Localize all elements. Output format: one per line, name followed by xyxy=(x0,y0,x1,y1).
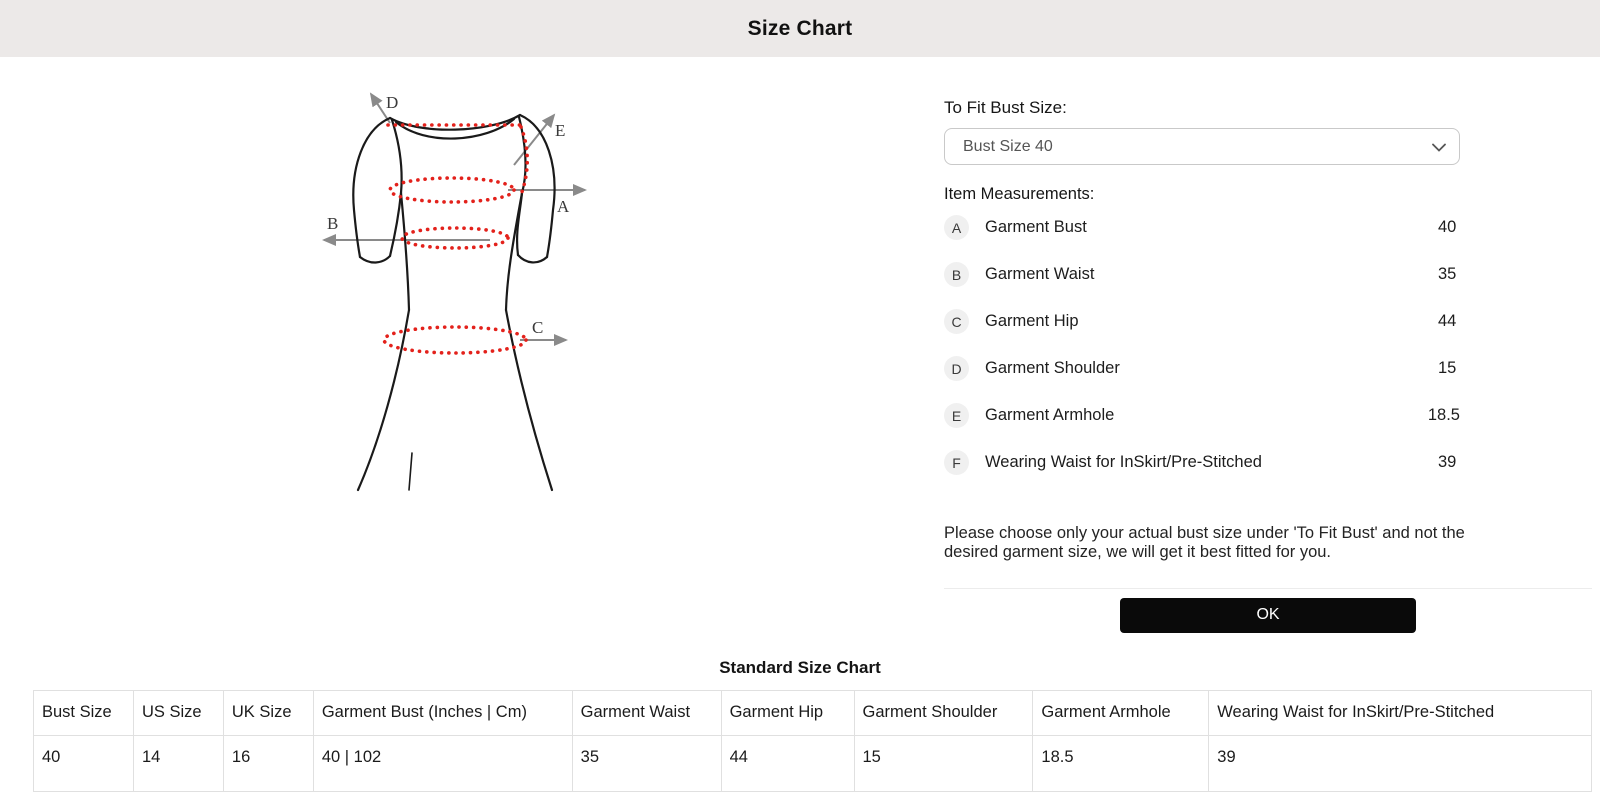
measurement-row: B Garment Waist 35 xyxy=(944,251,1460,298)
item-measurements-label: Item Measurements: xyxy=(944,185,1095,203)
measurement-row: D Garment Shoulder 15 xyxy=(944,345,1460,392)
diagram-label-b: B xyxy=(327,214,338,233)
measure-value: 15 xyxy=(1438,359,1457,377)
fit-advice-note: Please choose only your actual bust size… xyxy=(944,524,1465,562)
measure-key-badge: C xyxy=(944,309,969,334)
column-header: Wearing Waist for InSkirt/Pre-Stitched xyxy=(1208,690,1592,736)
table-cell: 35 xyxy=(571,735,722,792)
diagram-label-a: A xyxy=(557,197,570,216)
table-cell: 16 xyxy=(222,735,314,792)
measure-value: 39 xyxy=(1438,453,1457,471)
dress-measurement-diagram: D E A B C xyxy=(322,92,587,492)
table-cell: 14 xyxy=(132,735,224,792)
table-cell: 44 xyxy=(720,735,855,792)
column-header: Garment Shoulder xyxy=(853,690,1034,736)
measure-value: 40 xyxy=(1438,218,1457,236)
table-cell: 40 | 102 xyxy=(312,735,573,792)
measure-value: 18.5 xyxy=(1427,406,1460,424)
ok-button[interactable]: OK xyxy=(1120,597,1416,633)
table-cell: 15 xyxy=(853,735,1034,792)
measure-label: Garment Bust xyxy=(985,218,1087,236)
measure-key-badge: F xyxy=(944,450,969,475)
measure-label: Garment Waist xyxy=(985,265,1095,283)
modal-header: Size Chart xyxy=(0,0,1600,57)
measure-label: Wearing Waist for InSkirt/Pre-Stitched xyxy=(985,453,1262,471)
measure-key-badge: B xyxy=(944,262,969,287)
dress-outline xyxy=(352,113,556,492)
table-cell: 40 xyxy=(33,735,134,792)
size-chart-table: Bust Size US Size UK Size Garment Bust (… xyxy=(33,690,1592,792)
diagram-label-e: E xyxy=(555,121,565,140)
column-header: Garment Hip xyxy=(720,690,855,736)
standard-size-chart-title: Standard Size Chart xyxy=(719,658,881,677)
table-cell: 39 xyxy=(1208,735,1592,792)
table-cell: 18.5 xyxy=(1032,735,1210,792)
measurement-row: F Wearing Waist for InSkirt/Pre-Stitched… xyxy=(944,439,1460,486)
column-header: Garment Waist xyxy=(571,690,722,736)
measure-value: 44 xyxy=(1438,312,1457,330)
table-row: 40 14 16 40 | 102 35 44 15 18.5 39 xyxy=(33,735,1592,792)
measure-label: Garment Shoulder xyxy=(985,359,1120,377)
measure-key-badge: D xyxy=(944,356,969,381)
page-title: Size Chart xyxy=(747,16,853,40)
measurement-list: A Garment Bust 40 B Garment Waist 35 C G… xyxy=(944,204,1592,486)
bust-size-select[interactable]: Bust Size 40 xyxy=(944,128,1460,165)
measure-label: Garment Hip xyxy=(985,312,1079,330)
column-header: Garment Bust (Inches | Cm) xyxy=(312,690,573,736)
measure-key-badge: E xyxy=(944,403,969,428)
measure-value: 35 xyxy=(1438,265,1457,283)
column-header: Garment Armhole xyxy=(1032,690,1210,736)
measure-label: Garment Armhole xyxy=(985,406,1115,424)
measurement-row: E Garment Armhole 18.5 xyxy=(944,392,1460,439)
diagram-label-c: C xyxy=(532,318,543,337)
size-selection-panel: To Fit Bust Size: Bust Size 40 Item Meas… xyxy=(944,57,1592,633)
measure-key-badge: A xyxy=(944,215,969,240)
divider xyxy=(944,587,1592,589)
diagram-label-d: D xyxy=(386,93,398,112)
column-header: Bust Size xyxy=(33,690,134,736)
table-header-row: Bust Size US Size UK Size Garment Bust (… xyxy=(33,690,1592,736)
measurement-row: C Garment Hip 44 xyxy=(944,298,1460,345)
to-fit-bust-label: To Fit Bust Size: xyxy=(944,98,1067,117)
measurement-row: A Garment Bust 40 xyxy=(944,204,1460,251)
measure-arrows xyxy=(322,92,587,346)
column-header: US Size xyxy=(132,690,224,736)
column-header: UK Size xyxy=(222,690,314,736)
bust-size-select-wrap: Bust Size 40 xyxy=(944,128,1460,165)
